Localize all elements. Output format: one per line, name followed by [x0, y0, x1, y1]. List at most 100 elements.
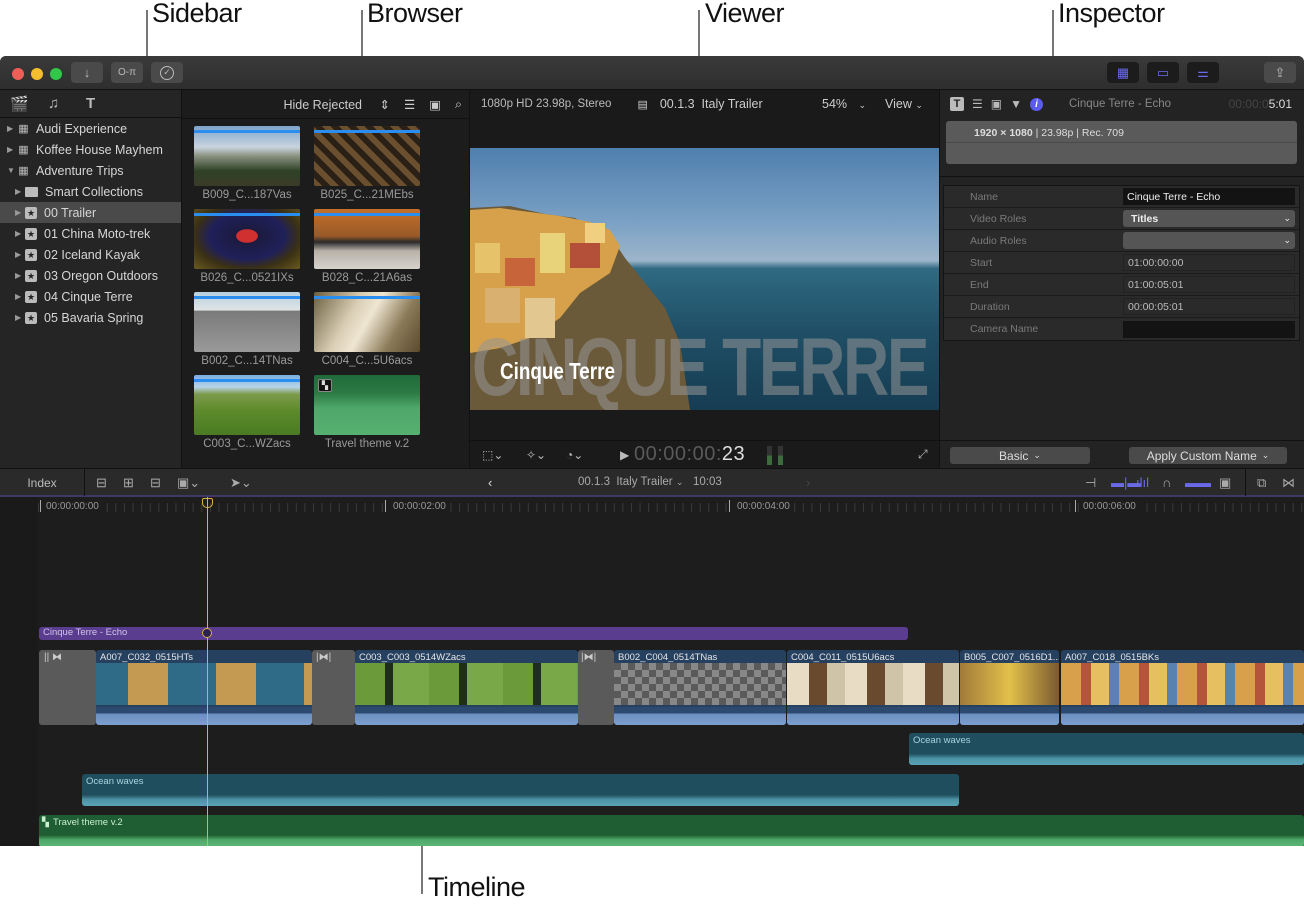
background-tasks-button[interactable]: ✓: [151, 62, 183, 83]
name-field[interactable]: Cinque Terre - Echo: [1123, 188, 1295, 205]
enhancements-icon[interactable]: ✧⌄: [526, 448, 546, 462]
title-inspector-tab[interactable]: T: [950, 97, 964, 111]
connect-clip-icon[interactable]: ⊟: [96, 475, 107, 491]
sidebar-item-label: Adventure Trips: [36, 163, 124, 178]
fullscreen-icon[interactable]: ⤢: [918, 447, 928, 462]
zoom-popup[interactable]: 54% ⌄: [822, 97, 866, 111]
close-button[interactable]: [12, 68, 24, 80]
view-menu[interactable]: View ⌄: [885, 97, 923, 111]
text-inspector-icon[interactable]: ☰: [972, 97, 983, 111]
video-clip[interactable]: B005_C007_0516D1...: [960, 650, 1059, 725]
audio-clip-badge-icon: ▚: [318, 379, 332, 392]
sidebar-item-04-cinque-terre[interactable]: ▶ ★ 04 Cinque Terre: [0, 286, 181, 307]
video-clip[interactable]: C004_C011_0515U6acs: [787, 650, 959, 725]
clip-thumbnail[interactable]: [314, 292, 420, 352]
audio-clip[interactable]: Ocean waves: [82, 774, 959, 806]
show-inspector-button[interactable]: ⚌: [1187, 62, 1219, 83]
clip-appearance-icon[interactable]: ⊣: [1085, 475, 1096, 491]
transform-icon[interactable]: ⬚⌄: [482, 448, 503, 462]
color-inspector-icon[interactable]: ▼: [1010, 97, 1022, 111]
ruler-label: 00:00:06:00: [1080, 501, 1139, 512]
append-clip-icon[interactable]: ⊟: [150, 475, 161, 491]
video-roles-popup[interactable]: Titles ⌄: [1123, 210, 1295, 227]
sidebar-item-02-iceland-kayak[interactable]: ▶ ★ 02 Iceland Kayak: [0, 244, 181, 265]
show-browser-button[interactable]: ▦: [1107, 62, 1139, 83]
video-clip[interactable]: A007_C032_0515HTs: [96, 650, 312, 725]
camera-name-field[interactable]: [1123, 320, 1295, 338]
sidebar-item-01-china-moto-trek[interactable]: ▶ ★ 01 China Moto-trek: [0, 223, 181, 244]
clip-thumbnail[interactable]: [314, 209, 420, 269]
title-clip[interactable]: Cinque Terre - Echo: [39, 627, 908, 640]
transition[interactable]: || ⧓: [39, 650, 96, 725]
clip-appearance-icon[interactable]: ☰: [404, 97, 415, 112]
disclosure-triangle-icon[interactable]: ▶: [7, 145, 17, 154]
video-clip[interactable]: A007_C018_0515BKs: [1061, 650, 1304, 725]
index-button[interactable]: Index: [0, 469, 85, 496]
info-inspector-icon[interactable]: i: [1030, 97, 1043, 111]
disclosure-triangle-icon[interactable]: ▶: [15, 229, 25, 238]
disclosure-triangle-icon[interactable]: ▶: [15, 208, 25, 217]
disclosure-triangle-icon[interactable]: ▶: [7, 124, 17, 133]
clip-thumbnail[interactable]: [194, 209, 300, 269]
sidebar-item-03-oregon-outdoors[interactable]: ▶ ★ 03 Oregon Outdoors: [0, 265, 181, 286]
insert-clip-icon[interactable]: ⊞: [123, 475, 134, 491]
share-button[interactable]: ⇪: [1264, 62, 1296, 83]
disclosure-triangle-icon[interactable]: ▶: [15, 292, 25, 301]
sidebar-item-koffee-house-mayhem[interactable]: ▶ ▦ Koffee House Mayhem: [0, 139, 181, 160]
music-clip[interactable]: ▚ Travel theme v.2: [39, 815, 1304, 846]
audio-skimming-icon[interactable]: ılıl: [1136, 475, 1149, 490]
timeline-project-popup[interactable]: 00.1.3 Italy Trailer ⌄: [578, 476, 683, 488]
sidebar-item-00-trailer[interactable]: ▶ ★ 00 Trailer: [0, 202, 181, 223]
transition[interactable]: |⧓|: [578, 650, 614, 725]
browser: Hide Rejected ⇕ ☰ ▣ ⌕ B009_C...187Vas B0…: [181, 90, 470, 468]
audio-clip[interactable]: Ocean waves: [909, 733, 1304, 765]
clip-thumbnail[interactable]: [314, 126, 420, 186]
clip-filmstrip-icon[interactable]: ▣: [1219, 475, 1231, 491]
keywords-button[interactable]: O-π: [111, 62, 143, 83]
play-button[interactable]: ▶: [620, 448, 629, 462]
row-label: End: [970, 278, 989, 291]
clip-thumbnail[interactable]: [194, 375, 300, 435]
metadata-view-popup[interactable]: Basic ⌄: [950, 447, 1090, 464]
sidebar-item-smart-collections[interactable]: ▶ Smart Collections: [0, 181, 181, 202]
audio-roles-popup[interactable]: ⌄: [1123, 232, 1295, 249]
search-icon[interactable]: ⌕: [455, 97, 462, 112]
hide-rejected-popup[interactable]: Hide Rejected ⇕: [269, 97, 389, 112]
disclosure-triangle-icon[interactable]: ▶: [15, 187, 25, 196]
clip-appearance-settings-icon[interactable]: ⧉: [1257, 475, 1266, 491]
video-clip[interactable]: B002_C004_0514TNas: [614, 650, 786, 725]
playhead-handle[interactable]: [202, 498, 213, 508]
video-clip[interactable]: C003_C003_0514WZacs: [355, 650, 578, 725]
share-icon: ⇪: [1274, 64, 1286, 80]
effects-browser-icon[interactable]: ⋈: [1282, 475, 1295, 491]
select-tool-icon[interactable]: ➤⌄: [230, 475, 252, 491]
disclosure-triangle-icon[interactable]: ▶: [15, 313, 25, 322]
zoom-button[interactable]: [50, 68, 62, 80]
sidebar-item-05-bavaria-spring[interactable]: ▶ ★ 05 Bavaria Spring: [0, 307, 181, 328]
disclosure-triangle-icon[interactable]: ▶: [15, 250, 25, 259]
video-inspector-icon[interactable]: ▣: [991, 97, 1002, 111]
overwrite-clip-icon[interactable]: ▣⌄: [177, 475, 200, 491]
filmstrip: [355, 663, 578, 705]
disclosure-triangle-expanded-icon[interactable]: ▼: [7, 166, 17, 175]
favorite-bar: [314, 296, 420, 299]
show-timeline-button[interactable]: ▭: [1147, 62, 1179, 83]
solo-headphones-icon[interactable]: ∩: [1162, 475, 1171, 490]
sidebar-item-adventure-trips[interactable]: ▼ ▦ Adventure Trips: [0, 160, 181, 181]
audio-clip-thumbnail[interactable]: ▚: [314, 375, 420, 435]
disclosure-triangle-icon[interactable]: ▶: [15, 271, 25, 280]
minimize-button[interactable]: [31, 68, 43, 80]
playhead[interactable]: [207, 497, 208, 846]
clip-label: B002_C...14TNas: [201, 355, 293, 367]
back-arrow-icon[interactable]: ‹: [488, 475, 492, 490]
clip-thumbnail[interactable]: [194, 126, 300, 186]
clip-thumbnail[interactable]: [194, 292, 300, 352]
import-media-button[interactable]: ↓: [71, 62, 103, 83]
sidebar-item-audi-experience[interactable]: ▶ ▦ Audi Experience: [0, 118, 181, 139]
filmstrip-icon[interactable]: ▣: [429, 97, 441, 112]
transition[interactable]: |⧓|: [312, 650, 355, 725]
snapping-icon[interactable]: ▬▬: [1185, 475, 1211, 490]
forward-arrow-icon[interactable]: ›: [806, 475, 810, 490]
apply-custom-name-popup[interactable]: Apply Custom Name ⌄: [1129, 447, 1287, 464]
retiming-icon[interactable]: ◔⌄: [566, 448, 583, 462]
